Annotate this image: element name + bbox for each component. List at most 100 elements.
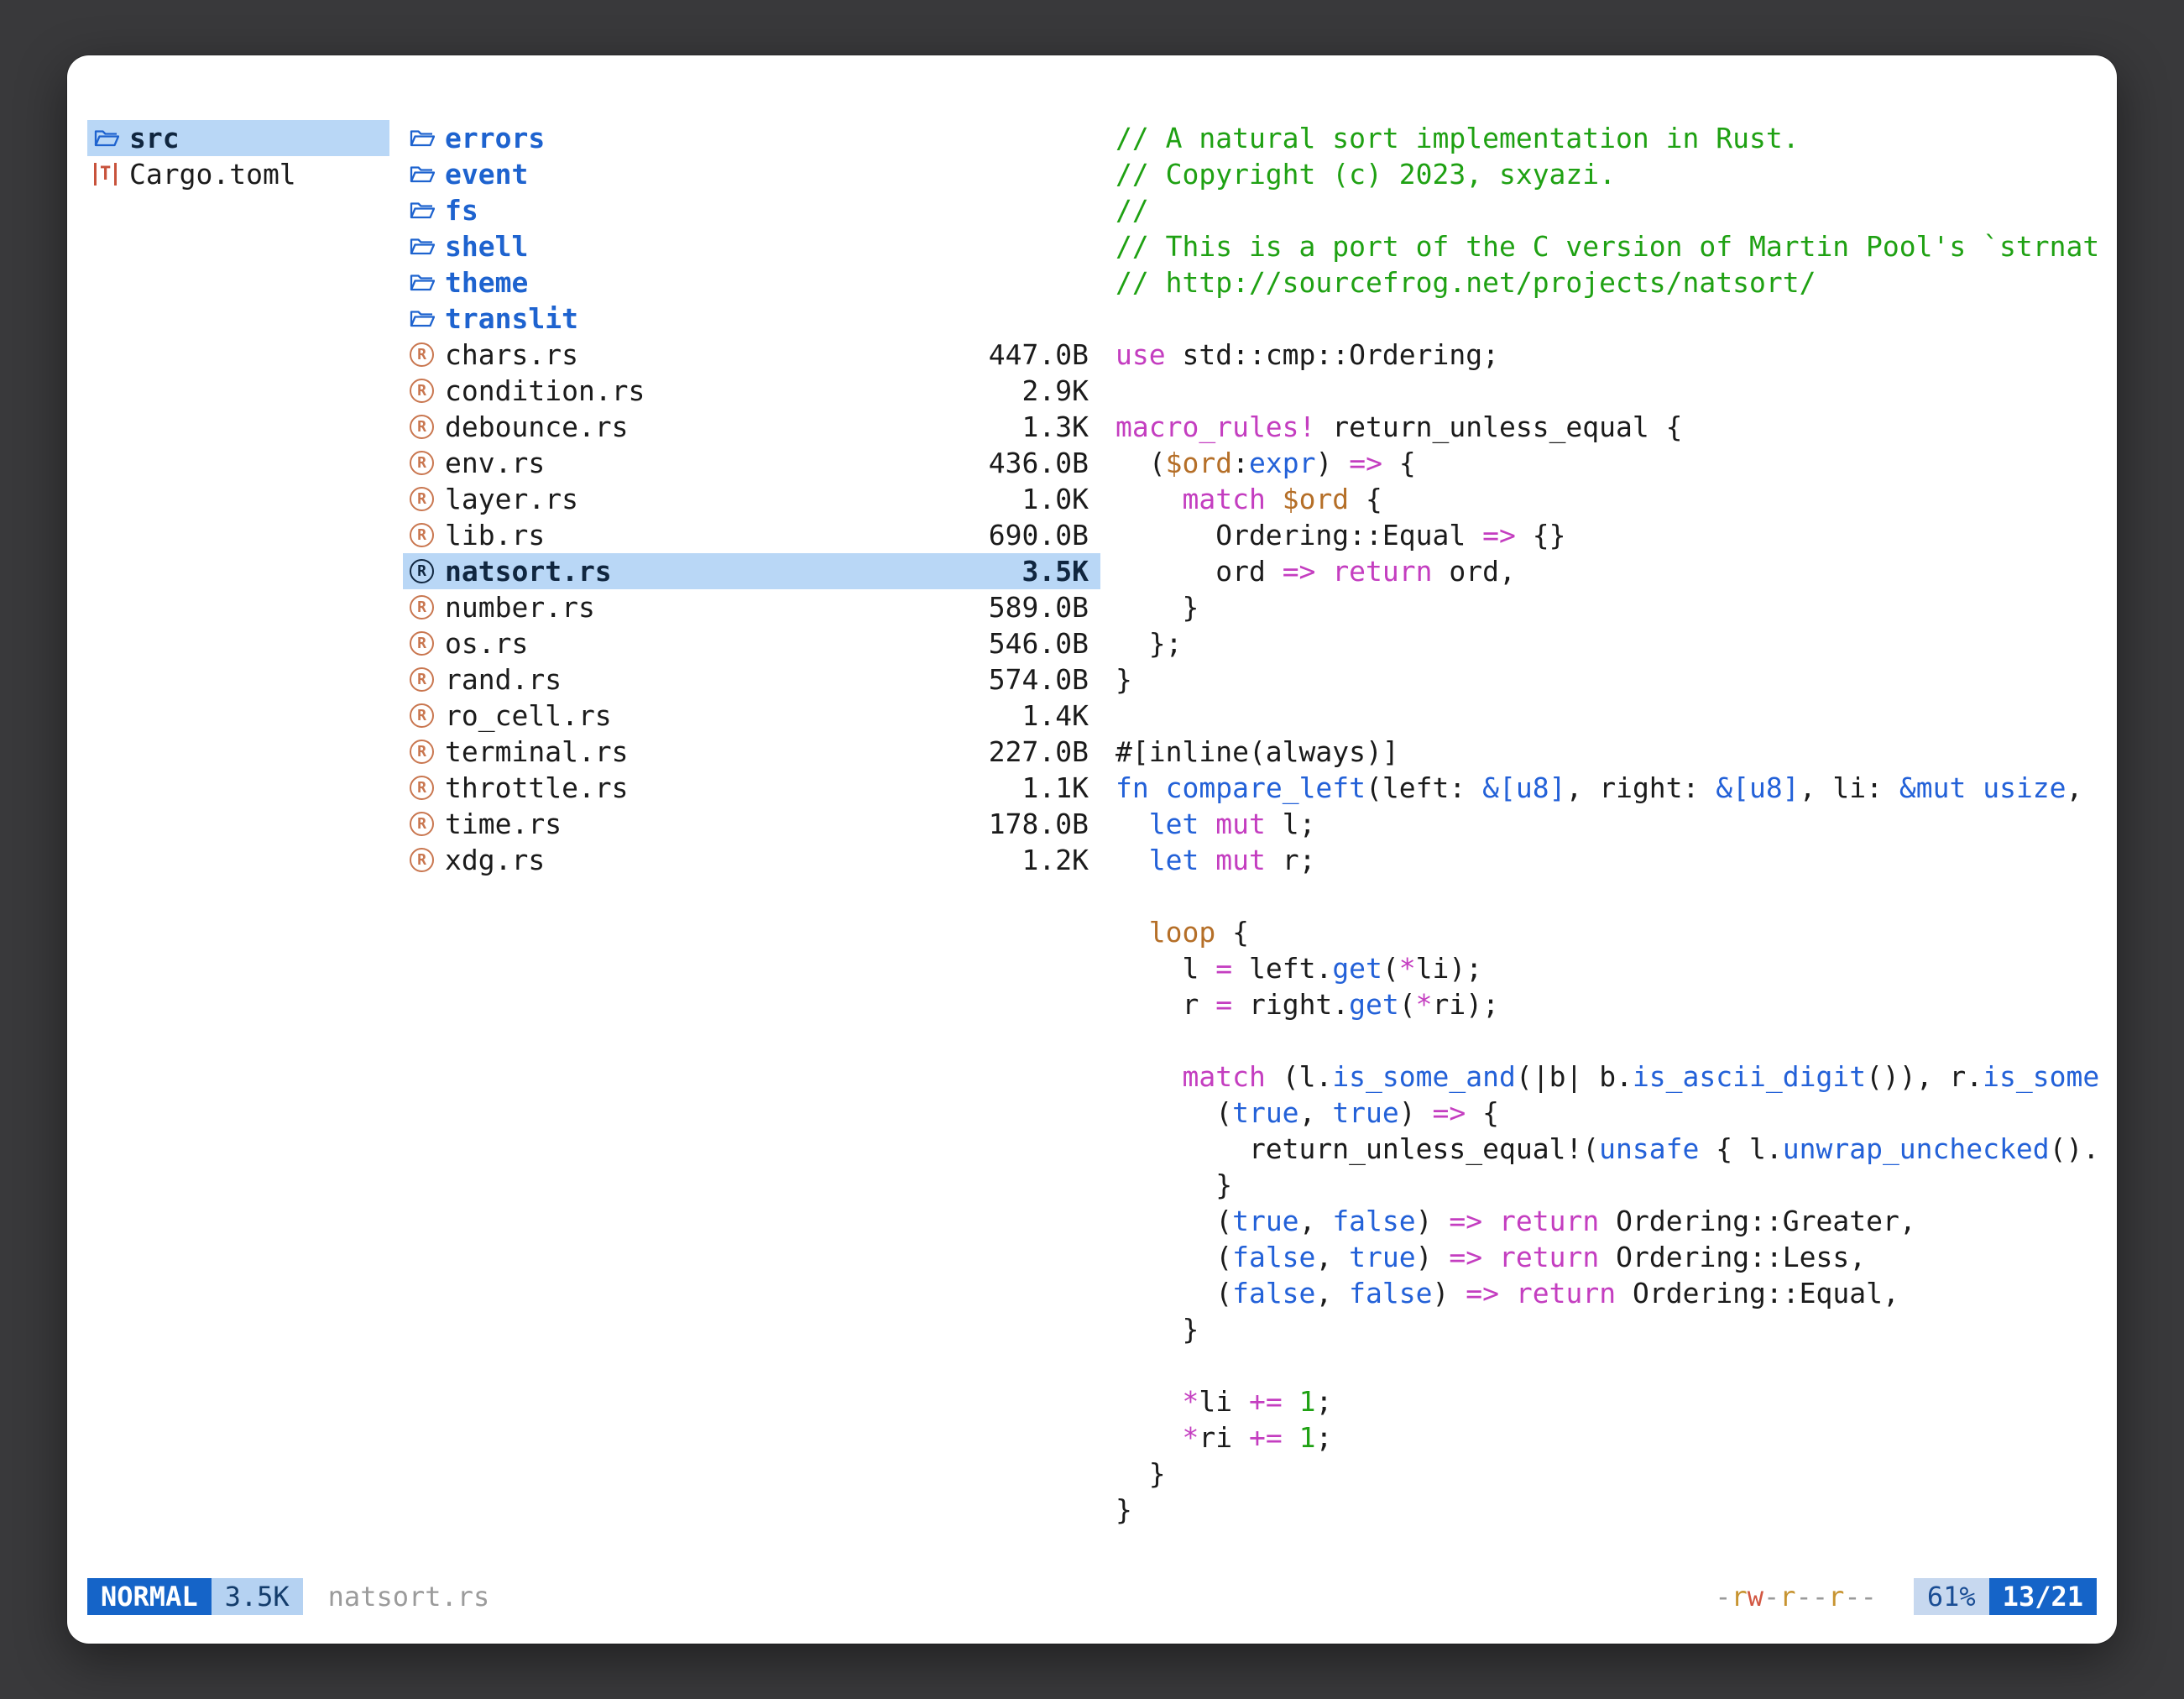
file-size: 227.0B — [989, 734, 1089, 770]
file-name: xdg.rs — [445, 842, 1022, 878]
toml-file-icon: T — [94, 163, 129, 186]
code-line — [1116, 1347, 2106, 1383]
file-name: layer.rs — [445, 481, 1022, 517]
file-row[interactable]: R lib.rs 690.0B — [403, 517, 1100, 553]
file-permissions: -rw-r--r-- — [1715, 1581, 1877, 1613]
status-bar: NORMAL 3.5K natsort.rs -rw-r--r-- 61% 13… — [87, 1578, 2097, 1615]
code-line — [1116, 878, 2106, 914]
file-name: event — [445, 156, 1089, 192]
folder-open-icon — [410, 200, 445, 221]
file-row[interactable]: R xdg.rs 1.2K — [403, 842, 1100, 878]
folder-open-icon — [410, 128, 445, 149]
mode-badge: NORMAL — [87, 1578, 212, 1615]
file-row[interactable]: R rand.rs 574.0B — [403, 661, 1100, 698]
file-size: 3.5K — [1022, 553, 1089, 589]
file-preview-pane[interactable]: // A natural sort implementation in Rust… — [1116, 120, 2106, 1581]
status-bar-left: NORMAL 3.5K natsort.rs — [87, 1578, 489, 1615]
rust-file-icon: R — [410, 703, 445, 728]
file-row[interactable]: R chars.rs 447.0B — [403, 337, 1100, 373]
file-row[interactable]: fs — [403, 192, 1100, 228]
code-line: let mut r; — [1116, 842, 2106, 878]
file-name: translit — [445, 301, 1089, 337]
file-row[interactable]: R terminal.rs 227.0B — [403, 734, 1100, 770]
file-row[interactable]: R ro_cell.rs 1.4K — [403, 698, 1100, 734]
file-size: 1.0K — [1022, 481, 1089, 517]
code-line: match $ord { — [1116, 481, 2106, 517]
code-line: ($ord:expr) => { — [1116, 445, 2106, 481]
rust-file-icon: R — [410, 342, 445, 367]
file-row[interactable]: shell — [403, 228, 1100, 264]
file-row[interactable]: R debounce.rs 1.3K — [403, 409, 1100, 445]
file-row[interactable]: R condition.rs 2.9K — [403, 373, 1100, 409]
code-line: macro_rules! return_unless_equal { — [1116, 409, 2106, 445]
code-line: use std::cmp::Ordering; — [1116, 337, 2106, 373]
rust-file-icon: R — [410, 487, 445, 511]
file-name: terminal.rs — [445, 734, 989, 770]
file-name: chars.rs — [445, 337, 989, 373]
file-name: number.rs — [445, 589, 989, 625]
scroll-percent-badge: 61% — [1914, 1578, 1989, 1615]
code-line: *ri += 1; — [1116, 1419, 2106, 1456]
file-size: 1.2K — [1022, 842, 1089, 878]
yazi-file-manager-window: src T Cargo.toml errors event fs shell t… — [67, 55, 2117, 1644]
code-line: return_unless_equal!(unsafe { l.unwrap_u… — [1116, 1131, 2106, 1167]
file-row[interactable]: R throttle.rs 1.1K — [403, 770, 1100, 806]
file-name: src — [129, 120, 378, 156]
file-row[interactable]: src — [87, 120, 389, 156]
rust-file-icon: R — [410, 776, 445, 800]
code-line: } — [1116, 589, 2106, 625]
code-line: // This is a port of the C version of Ma… — [1116, 228, 2106, 264]
file-name: time.rs — [445, 806, 989, 842]
code-line — [1116, 1022, 2106, 1059]
folder-open-icon — [410, 164, 445, 185]
cursor-position-badge: 13/21 — [1989, 1578, 2097, 1615]
rust-file-icon: R — [410, 631, 445, 656]
code-line: } — [1116, 1456, 2106, 1492]
code-line: r = right.get(*ri); — [1116, 986, 2106, 1022]
code-line: (false, false) => return Ordering::Equal… — [1116, 1275, 2106, 1311]
code-line: fn compare_left(left: &[u8], right: &[u8… — [1116, 770, 2106, 806]
rust-file-icon: R — [410, 848, 445, 872]
file-row[interactable]: R env.rs 436.0B — [403, 445, 1100, 481]
folder-open-icon — [94, 128, 129, 149]
code-line: *li += 1; — [1116, 1383, 2106, 1419]
rust-file-icon: R — [410, 451, 445, 475]
file-row[interactable]: translit — [403, 301, 1100, 337]
file-size: 1.4K — [1022, 698, 1089, 734]
code-line — [1116, 373, 2106, 409]
code-line: match (l.is_some_and(|b| b.is_ascii_digi… — [1116, 1059, 2106, 1095]
file-row[interactable]: R time.rs 178.0B — [403, 806, 1100, 842]
status-bar-right: -rw-r--r-- 61% 13/21 — [1715, 1578, 2097, 1615]
file-row[interactable]: T Cargo.toml — [87, 156, 389, 192]
file-row[interactable]: theme — [403, 264, 1100, 301]
code-line: // A natural sort implementation in Rust… — [1116, 120, 2106, 156]
file-row[interactable]: R number.rs 589.0B — [403, 589, 1100, 625]
file-name: theme — [445, 264, 1089, 301]
code-line: // — [1116, 192, 2106, 228]
file-row[interactable]: R layer.rs 1.0K — [403, 481, 1100, 517]
file-name: errors — [445, 120, 1089, 156]
code-line: #[inline(always)] — [1116, 734, 2106, 770]
code-line: (true, false) => return Ordering::Greate… — [1116, 1203, 2106, 1239]
file-row[interactable]: event — [403, 156, 1100, 192]
code-line: }; — [1116, 625, 2106, 661]
folder-open-icon — [410, 236, 445, 257]
code-line: (false, true) => return Ordering::Less, — [1116, 1239, 2106, 1275]
current-directory-pane[interactable]: errors event fs shell theme translit R c… — [403, 120, 1100, 878]
file-row[interactable]: errors — [403, 120, 1100, 156]
file-name: debounce.rs — [445, 409, 1022, 445]
code-line: } — [1116, 1492, 2106, 1528]
rust-file-icon: R — [410, 559, 445, 583]
rust-file-icon: R — [410, 667, 445, 692]
file-row[interactable]: R os.rs 546.0B — [403, 625, 1100, 661]
code-line: (true, true) => { — [1116, 1095, 2106, 1131]
file-size-badge: 3.5K — [212, 1578, 303, 1615]
file-size: 546.0B — [989, 625, 1089, 661]
file-row[interactable]: R natsort.rs 3.5K — [403, 553, 1100, 589]
code-line: // Copyright (c) 2023, sxyazi. — [1116, 156, 2106, 192]
file-name: Cargo.toml — [129, 156, 378, 192]
code-line: loop { — [1116, 914, 2106, 950]
file-name: natsort.rs — [445, 553, 1022, 589]
parent-directory-pane[interactable]: src T Cargo.toml — [87, 120, 389, 192]
file-size: 178.0B — [989, 806, 1089, 842]
